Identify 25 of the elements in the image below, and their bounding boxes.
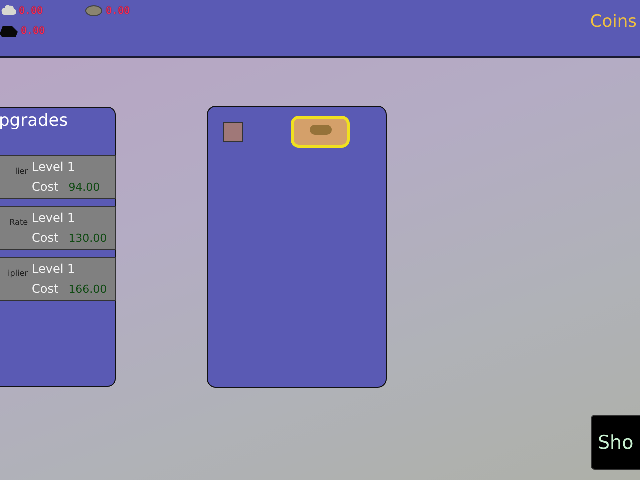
upgrade-name: Rate [8,218,29,228]
cost-label: Cost [32,282,59,296]
upgrade-row[interactable]: lier Level 1 Cost 94.00 [0,155,116,199]
upgrade-level: Level 1 [32,160,76,174]
resource-amount: 0.00 [21,26,46,36]
cost-value: 166.00 [68,283,108,296]
cost-label: Cost [32,180,59,194]
pebble-icon [85,5,103,17]
upgrade-level: Level 1 [32,262,76,276]
upgrade-level: Level 1 [32,211,76,225]
resource-amount: 0.00 [106,6,130,16]
upgrade-row[interactable]: iplier Level 1 Cost 166.00 [0,257,116,301]
resource-amount: 0.00 [19,6,44,16]
inventory-slot[interactable] [223,122,243,142]
upgrade-name: lier [14,166,29,178]
pebble-icon [308,124,332,136]
panel-title: pgrades [0,111,70,133]
upgrade-row[interactable]: Rate Level 1 Cost 130.00 [0,206,116,250]
cost-value: 94.00 [68,181,100,194]
shop-button[interactable]: Sho [591,415,640,470]
cost-value: 130.00 [68,232,108,245]
coins-label: Coins [590,11,637,32]
coal-icon [0,24,18,38]
cost-label: Cost [32,231,59,245]
upgrade-name: iplier [7,268,29,280]
